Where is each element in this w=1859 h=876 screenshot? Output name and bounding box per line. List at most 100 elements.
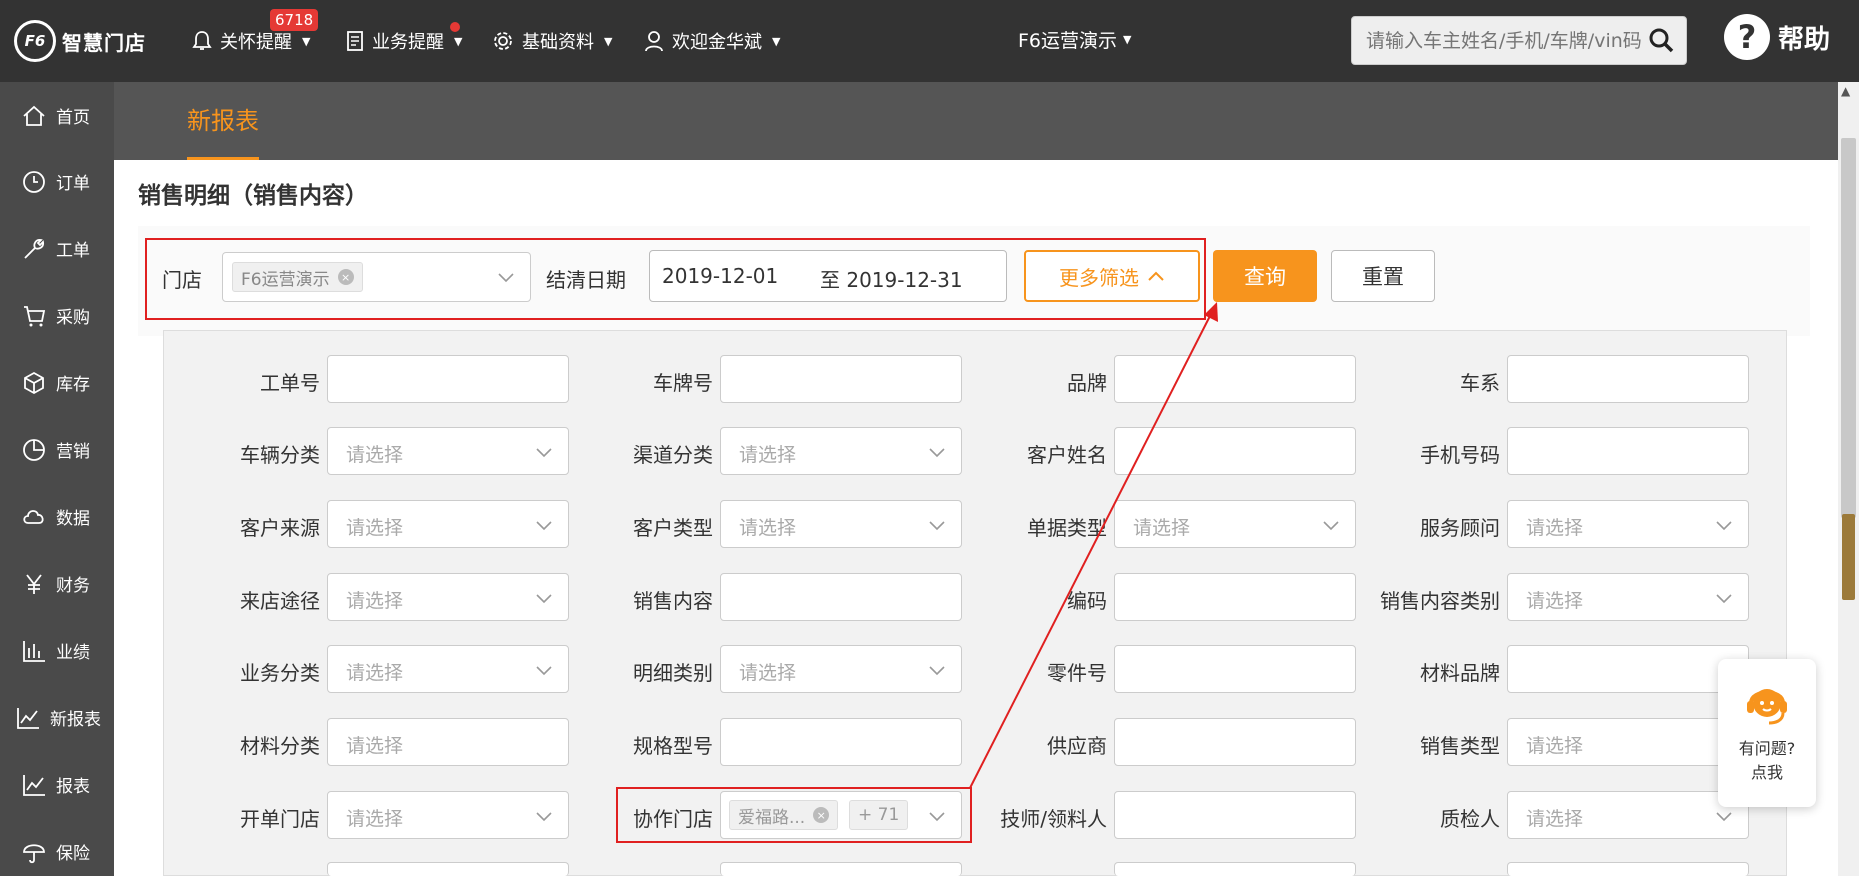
nav-business-label: 业务提醒 bbox=[372, 32, 444, 53]
sidebar-item-inventory[interactable]: 库存 bbox=[0, 349, 114, 416]
page-title: 销售明细（销售内容） bbox=[138, 183, 368, 209]
service-advisor-select[interactable]: 请选择 bbox=[1507, 500, 1749, 548]
global-search-input[interactable] bbox=[1366, 29, 1646, 52]
line-chart-icon bbox=[20, 771, 48, 799]
next-row-input[interactable] bbox=[327, 862, 569, 876]
f6-logo-icon: F6 bbox=[14, 20, 56, 62]
chevron-down-icon bbox=[536, 594, 552, 604]
chevron-down-icon bbox=[929, 666, 945, 676]
sidebar-item-insurance[interactable]: 保险 bbox=[0, 818, 114, 876]
sidebar-item-marketing[interactable]: 营销 bbox=[0, 416, 114, 483]
logo[interactable]: F6 智慧门店 bbox=[14, 20, 146, 62]
scroll-thumb[interactable] bbox=[1841, 138, 1856, 518]
business-category-select[interactable]: 请选择 bbox=[327, 645, 569, 693]
sales-type-select[interactable]: 请选择 bbox=[1507, 718, 1749, 766]
customer-name-input[interactable] bbox=[1114, 427, 1356, 475]
scroll-grip[interactable] bbox=[1842, 514, 1855, 600]
chevron-down-icon bbox=[1716, 521, 1732, 531]
chevron-down-icon bbox=[536, 521, 552, 531]
wrench-icon bbox=[20, 235, 48, 263]
document-type-select[interactable]: 请选择 bbox=[1114, 500, 1356, 548]
field-label: 渠道分类 bbox=[633, 443, 713, 467]
sales-content-input[interactable] bbox=[720, 573, 962, 621]
chevron-down-icon bbox=[929, 448, 945, 458]
bell-icon bbox=[192, 31, 212, 50]
caret-down-icon: ▼ bbox=[1123, 33, 1132, 46]
part-no-input[interactable] bbox=[1114, 645, 1356, 693]
nav-care-reminder[interactable]: 关怀提醒 ▼ 6718 bbox=[192, 9, 319, 56]
select-placeholder: 请选择 bbox=[739, 662, 797, 684]
spec-model-input[interactable] bbox=[720, 718, 962, 766]
store-switcher[interactable]: F6运营演示 ▼ bbox=[1018, 26, 1132, 53]
global-search[interactable] bbox=[1351, 16, 1687, 65]
chevron-down-icon bbox=[536, 812, 552, 822]
caret-down-icon: ▼ bbox=[772, 34, 781, 48]
material-brand-input[interactable] bbox=[1507, 645, 1749, 693]
query-button[interactable]: 查询 bbox=[1213, 250, 1317, 302]
care-count-badge: 6718 bbox=[270, 9, 319, 31]
plate-no-input[interactable] bbox=[720, 355, 962, 403]
sidebar-item-orders[interactable]: 订单 bbox=[0, 148, 114, 215]
sidebar-item-label: 数据 bbox=[56, 509, 90, 529]
inspector-select[interactable]: 请选择 bbox=[1507, 791, 1749, 839]
brand-input[interactable] bbox=[1114, 355, 1356, 403]
material-category-select[interactable]: 请选择 bbox=[327, 718, 569, 766]
vehicle-category-select[interactable]: 请选择 bbox=[327, 427, 569, 475]
detail-category-select[interactable]: 请选择 bbox=[720, 645, 962, 693]
annotation-box-filter-bar bbox=[145, 238, 1206, 320]
sidebar-item-home[interactable]: 首页 bbox=[0, 82, 114, 149]
supplier-input[interactable] bbox=[1114, 718, 1356, 766]
field-label: 客户姓名 bbox=[1027, 443, 1107, 467]
select-placeholder: 请选择 bbox=[1526, 735, 1584, 757]
channel-category-select[interactable]: 请选择 bbox=[720, 427, 962, 475]
nav-user-menu[interactable]: 欢迎金华斌 ▼ bbox=[644, 26, 780, 56]
customer-service-widget[interactable]: 有问题? 点我 bbox=[1718, 659, 1816, 807]
select-placeholder: 请选择 bbox=[1526, 808, 1584, 830]
help-button[interactable]: ? 帮助 bbox=[1724, 14, 1830, 60]
help-label: 帮助 bbox=[1778, 24, 1831, 55]
sidebar-item-finance[interactable]: 财务 bbox=[0, 550, 114, 617]
series-input[interactable] bbox=[1507, 355, 1749, 403]
sidebar-item-workorders[interactable]: 工单 bbox=[0, 215, 114, 282]
tab-new-reports[interactable]: 新报表 bbox=[187, 82, 259, 160]
sidebar-item-purchase[interactable]: 采购 bbox=[0, 282, 114, 349]
select-placeholder: 请选择 bbox=[739, 444, 797, 466]
nav-business-reminder[interactable]: 业务提醒 ▼ bbox=[346, 22, 462, 56]
page-scrollbar[interactable]: ▲ bbox=[1838, 82, 1859, 876]
top-bar: F6 智慧门店 关怀提醒 ▼ 6718 业务提醒 ▼ 基础资料 ▼ 欢迎金华斌 … bbox=[0, 0, 1859, 82]
sidebar-item-label: 新报表 bbox=[50, 710, 101, 730]
field-label: 销售内容类别 bbox=[1380, 589, 1500, 613]
code-input[interactable] bbox=[1114, 573, 1356, 621]
customer-type-select[interactable]: 请选择 bbox=[720, 500, 962, 548]
workorder-no-input[interactable] bbox=[327, 355, 569, 403]
notification-dot bbox=[450, 22, 460, 32]
pie-icon bbox=[20, 436, 48, 464]
issuing-store-select[interactable]: 请选择 bbox=[327, 791, 569, 839]
field-label: 客户来源 bbox=[240, 516, 320, 540]
next-row-input[interactable] bbox=[1507, 862, 1749, 876]
phone-input[interactable] bbox=[1507, 427, 1749, 475]
sidebar-item-new-reports[interactable]: 新报表 bbox=[0, 684, 114, 751]
next-row-input[interactable] bbox=[1114, 862, 1356, 876]
field-label: 技师/领料人 bbox=[1000, 807, 1107, 831]
sidebar-item-data[interactable]: 数据 bbox=[0, 483, 114, 550]
clock-icon bbox=[20, 168, 48, 196]
caret-down-icon: ▼ bbox=[302, 34, 311, 48]
visit-channel-select[interactable]: 请选择 bbox=[327, 573, 569, 621]
sales-content-category-select[interactable]: 请选择 bbox=[1507, 573, 1749, 621]
sidebar-item-label: 财务 bbox=[56, 576, 90, 596]
sidebar-item-performance[interactable]: 业绩 bbox=[0, 617, 114, 684]
nav-basic-data[interactable]: 基础资料 ▼ bbox=[492, 26, 612, 56]
scroll-up-icon[interactable]: ▲ bbox=[1841, 84, 1850, 98]
next-row-input[interactable] bbox=[720, 862, 962, 876]
sidebar-item-label: 首页 bbox=[56, 108, 90, 128]
select-placeholder: 请选择 bbox=[346, 662, 404, 684]
customer-source-select[interactable]: 请选择 bbox=[327, 500, 569, 548]
sidebar-item-reports[interactable]: 报表 bbox=[0, 751, 114, 818]
technician-input[interactable] bbox=[1114, 791, 1356, 839]
reset-button[interactable]: 重置 bbox=[1331, 250, 1435, 302]
sidebar-item-label: 工单 bbox=[56, 241, 90, 261]
nav-basic-label: 基础资料 bbox=[522, 32, 594, 53]
field-label: 开单门店 bbox=[240, 807, 320, 831]
search-icon[interactable] bbox=[1648, 27, 1674, 53]
